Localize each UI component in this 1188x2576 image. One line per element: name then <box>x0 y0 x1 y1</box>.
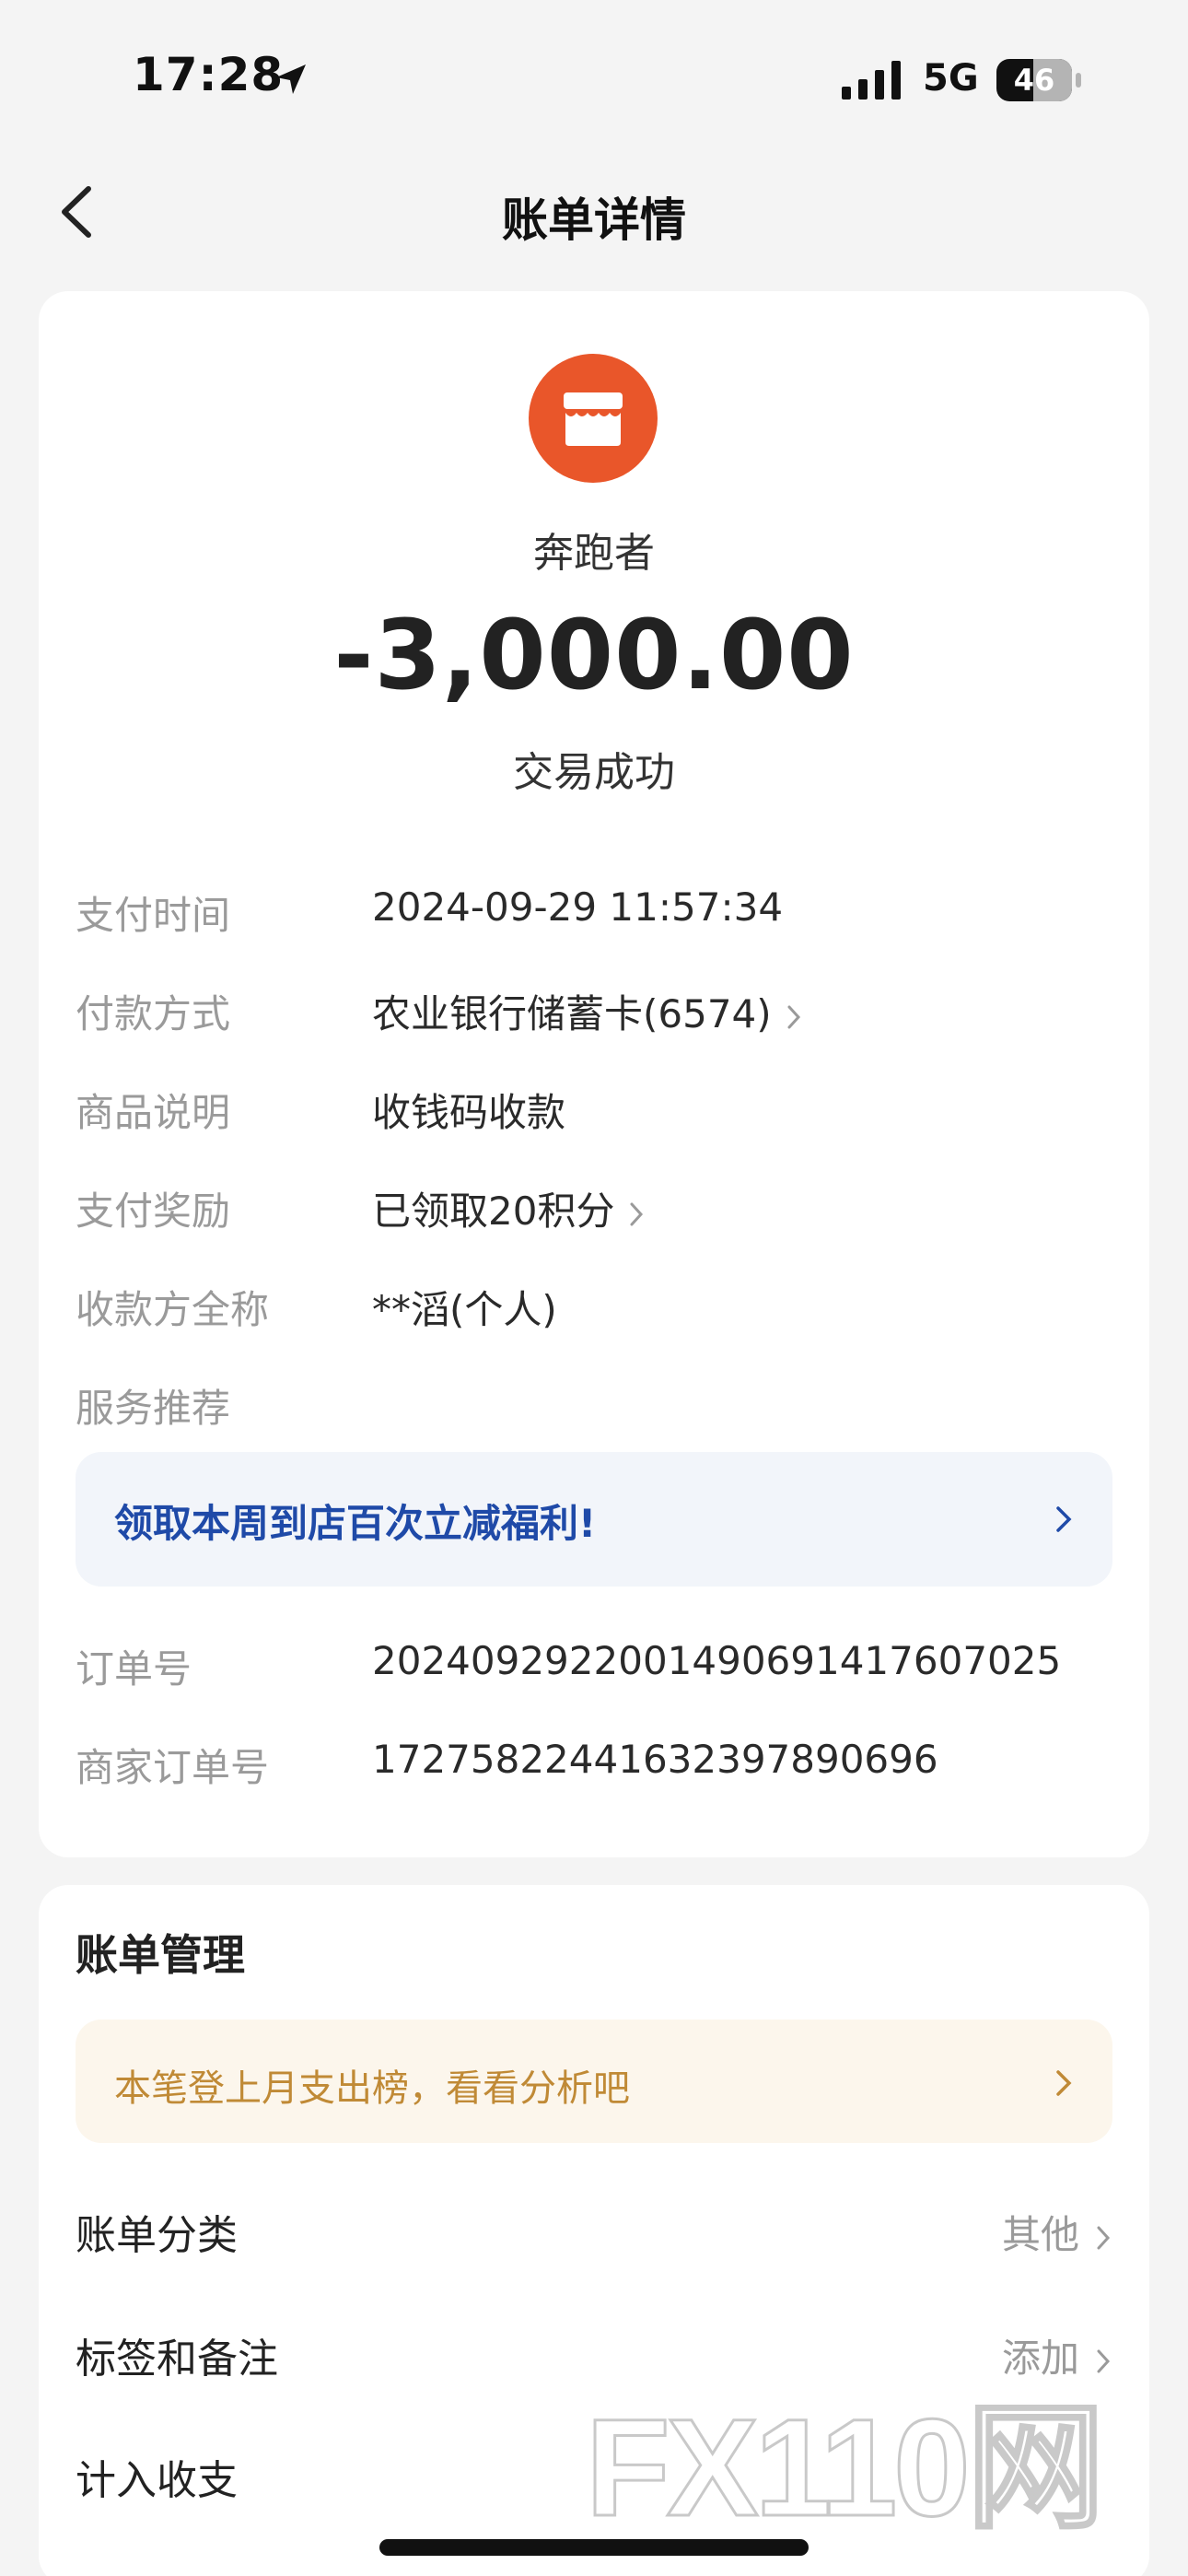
order-row-merchant-number: 商家订单号 17275822441632397890696 <box>39 1726 1149 1799</box>
battery-level: 46 <box>1013 63 1055 98</box>
chevron-right-icon <box>630 1202 644 1225</box>
detail-label: 商家订单号 <box>76 1745 270 1790</box>
detail-value: 2024-09-29 11:57:34 <box>372 884 784 930</box>
chevron-right-icon <box>1097 2226 1111 2249</box>
store-icon <box>529 354 658 483</box>
row-value: 添加 <box>1001 2336 1079 2381</box>
row-label: 标签和备注 <box>76 2336 278 2383</box>
reward-link[interactable]: 已领取20积分 <box>372 1180 646 1236</box>
promo-text: 领取本周到店百次立减福利! <box>114 1501 597 1546</box>
promo-banner[interactable]: 领取本周到店百次立减福利! <box>76 1452 1112 1587</box>
cellular-signal-icon <box>842 61 901 100</box>
home-indicator[interactable] <box>379 2539 809 2556</box>
section-title: 账单管理 <box>76 1930 245 1980</box>
detail-value: **滔(个人) <box>372 1287 557 1332</box>
detail-value: 2024092922001490691417607025 <box>372 1638 1062 1683</box>
detail-label: 订单号 <box>76 1646 192 1692</box>
detail-row-payee: 收款方全称 **滔(个人) <box>39 1268 1149 1341</box>
watermark-logo: FX110网 <box>586 2405 1106 2534</box>
detail-row-goods: 商品说明 收钱码收款 <box>39 1071 1149 1144</box>
nav-bar: 账单详情 <box>0 161 1188 263</box>
bill-category-row[interactable]: 账单分类 其他 <box>39 2180 1149 2281</box>
chevron-right-icon <box>1056 2070 1072 2096</box>
tip-text: 本笔登上月支出榜，看看分析吧 <box>114 2067 630 2110</box>
row-value: 其他 <box>1001 2212 1079 2257</box>
detail-label: 服务推荐 <box>76 1386 231 1431</box>
detail-row-reward[interactable]: 支付奖励 已领取20积分 <box>39 1169 1149 1243</box>
battery-icon: 46 <box>996 59 1081 101</box>
order-row-number: 订单号 2024092922001490691417607025 <box>39 1627 1149 1701</box>
detail-value: 收钱码收款 <box>372 1090 566 1135</box>
detail-label: 商品说明 <box>76 1090 231 1135</box>
chevron-right-icon <box>1056 1506 1072 1532</box>
detail-value: 农业银行储蓄卡(6574) <box>372 991 772 1036</box>
watermark-text: FX110网 <box>586 2405 1101 2534</box>
detail-label: 付款方式 <box>76 991 231 1036</box>
chevron-right-icon <box>1097 2349 1111 2372</box>
tags-notes-row[interactable]: 标签和备注 添加 <box>39 2303 1149 2405</box>
network-type: 5G <box>923 57 979 100</box>
detail-row-service: 服务推荐 <box>39 1366 1149 1440</box>
detail-label: 收款方全称 <box>76 1287 270 1332</box>
detail-value: 已领取20积分 <box>372 1188 615 1234</box>
payment-method-link[interactable]: 农业银行储蓄卡(6574) <box>372 983 803 1039</box>
transaction-amount: -3,000.00 <box>333 599 855 711</box>
row-label: 计入收支 <box>76 2457 238 2504</box>
status-time: 17:28 <box>133 48 285 101</box>
detail-value: 17275822441632397890696 <box>372 1737 938 1782</box>
row-label: 账单分类 <box>76 2212 238 2259</box>
merchant-name: 奔跑者 <box>533 530 655 577</box>
spending-tip-banner[interactable]: 本笔登上月支出榜，看看分析吧 <box>76 2020 1112 2143</box>
page-title: 账单详情 <box>502 193 686 247</box>
location-arrow-icon <box>276 64 306 94</box>
chevron-right-icon <box>787 1005 800 1028</box>
detail-row-payment-method[interactable]: 付款方式 农业银行储蓄卡(6574) <box>39 972 1149 1046</box>
detail-row-pay-time: 支付时间 2024-09-29 11:57:34 <box>39 873 1149 947</box>
transaction-card: 奔跑者 -3,000.00 交易成功 支付时间 2024-09-29 11:57… <box>39 291 1149 1857</box>
detail-label: 支付时间 <box>76 893 231 938</box>
transaction-status: 交易成功 <box>513 749 675 796</box>
detail-label: 支付奖励 <box>76 1188 231 1234</box>
status-bar: 17:28 5G 46 <box>0 0 1188 161</box>
